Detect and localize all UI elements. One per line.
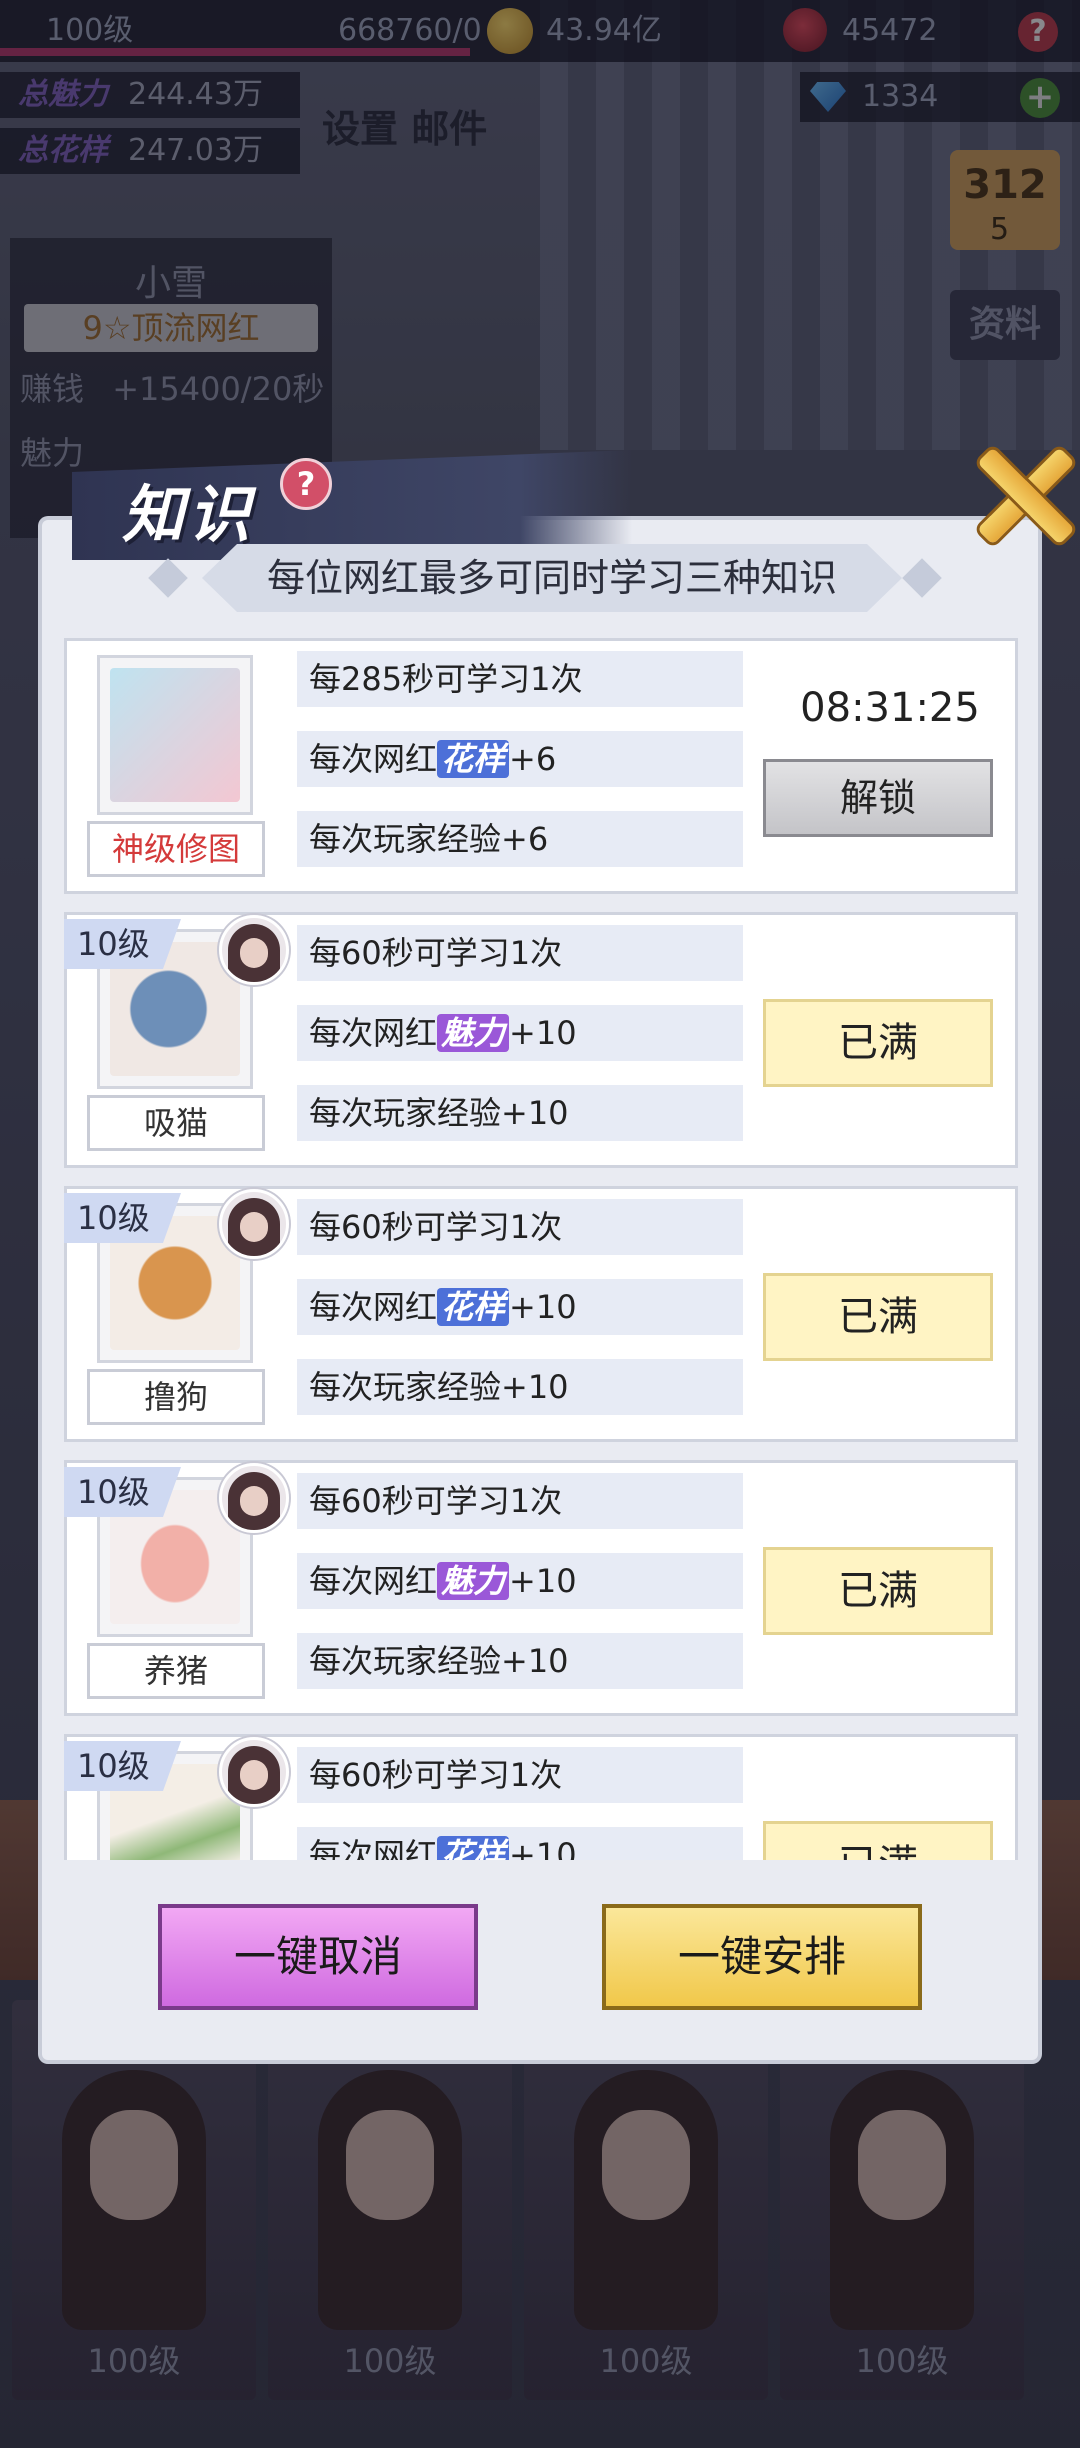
knowledge-thumbnail: [97, 655, 253, 815]
learn-interval: 每60秒可学习1次: [297, 1747, 743, 1803]
help-button[interactable]: ?: [280, 458, 332, 510]
stat-gain: 每次网红 魅力 +10: [297, 1553, 743, 1609]
knowledge-row: 10级 撸狗 每60秒可学习1次 每次网红 花样 +10 每次玩家经验+10 已满: [64, 1186, 1018, 1442]
assigned-character-avatar: [219, 1189, 289, 1259]
learn-interval: 每60秒可学习1次: [297, 1473, 743, 1529]
photo-edit-image: [110, 668, 240, 802]
assigned-character-avatar: [219, 1463, 289, 1533]
assigned-character-avatar: [219, 915, 289, 985]
knowledge-name: 撸狗: [87, 1369, 265, 1425]
charm-keyword: 魅力: [437, 1562, 510, 1600]
full-button[interactable]: 已满: [763, 999, 993, 1087]
knowledge-name: 神级修图: [87, 821, 265, 877]
exp-gain: 每次玩家经验+10: [297, 1633, 743, 1689]
exp-gain: 每次玩家经验+6: [297, 811, 743, 867]
stat-gain-value: +10: [509, 1014, 577, 1052]
level-tag: 10级: [64, 1193, 181, 1243]
assigned-character-avatar: [219, 1737, 289, 1807]
knowledge-row: 10级 吸猫 每60秒可学习1次 每次网红 魅力 +10 每次玩家经验+10 已满: [64, 912, 1018, 1168]
close-icon[interactable]: [970, 440, 1080, 550]
knowledge-row: 神级修图 每285秒可学习1次 每次网红 花样 +6 每次玩家经验+6 08:31:…: [64, 638, 1018, 894]
learn-interval: 每285秒可学习1次: [297, 651, 743, 707]
stat-gain-value: +10: [509, 1562, 577, 1600]
level-tag: 10级: [64, 919, 181, 969]
stat-gain-prefix: 每次网红: [309, 1288, 438, 1326]
knowledge-name: 养猪: [87, 1643, 265, 1699]
stat-gain-prefix: 每次网红: [309, 1836, 438, 1860]
stat-gain-prefix: 每次网红: [309, 1014, 438, 1052]
learn-interval: 每60秒可学习1次: [297, 1199, 743, 1255]
knowledge-name: 吸猫: [87, 1095, 265, 1151]
level-tag: 10级: [64, 1467, 181, 1517]
stat-gain-value: +6: [509, 740, 557, 778]
level-tag: 10级: [64, 1741, 181, 1791]
arrange-all-button[interactable]: 一键安排: [602, 1904, 922, 2010]
info-banner-text: 每位网红最多可同时学习三种知识: [266, 556, 837, 600]
stat-gain: 每次网红 花样 +6: [297, 731, 743, 787]
avatar-face: [240, 938, 268, 968]
avatar-face: [240, 1486, 268, 1516]
style-keyword: 花样: [437, 740, 510, 778]
unlock-button[interactable]: 解锁: [763, 759, 993, 837]
full-button[interactable]: 已满: [763, 1273, 993, 1361]
stat-gain: 每次网红 花样 +10: [297, 1827, 743, 1860]
style-keyword: 花样: [437, 1288, 510, 1326]
style-keyword: 花样: [437, 1836, 510, 1860]
exp-gain: 每次玩家经验+10: [297, 1359, 743, 1415]
stat-gain-prefix: 每次网红: [309, 1562, 438, 1600]
cancel-all-button[interactable]: 一键取消: [158, 1904, 478, 2010]
knowledge-list[interactable]: 神级修图 每285秒可学习1次 每次网红 花样 +6 每次玩家经验+6 08:31:…: [64, 638, 1018, 1860]
knowledge-row: 10级 养猪 每60秒可学习1次 每次网红 魅力 +10 每次玩家经验+10 已满: [64, 1460, 1018, 1716]
stat-gain: 每次网红 花样 +10: [297, 1279, 743, 1335]
full-button[interactable]: 已满: [763, 1821, 993, 1860]
unlock-timer: 08:31:25: [800, 685, 980, 731]
avatar-face: [240, 1760, 268, 1790]
stat-gain-value: +10: [509, 1288, 577, 1326]
dialog-title: 知识: [122, 478, 255, 551]
exp-gain: 每次玩家经验+10: [297, 1085, 743, 1141]
knowledge-dialog: 知识 ? 每位网红最多可同时学习三种知识 神级修图 每285秒可学习1次 每次网…: [42, 450, 1038, 2060]
knowledge-row: 10级 每60秒可学习1次 每次网红花样+10 已满: [64, 1734, 1018, 1860]
stat-gain: 每次网红 魅力 +10: [297, 1005, 743, 1061]
avatar-face: [240, 1212, 268, 1242]
full-button[interactable]: 已满: [763, 1547, 993, 1635]
learn-interval: 每60秒可学习1次: [297, 925, 743, 981]
stat-gain-value: +10: [509, 1836, 577, 1860]
stat-gain-prefix: 每次网红: [309, 740, 438, 778]
charm-keyword: 魅力: [437, 1014, 510, 1052]
